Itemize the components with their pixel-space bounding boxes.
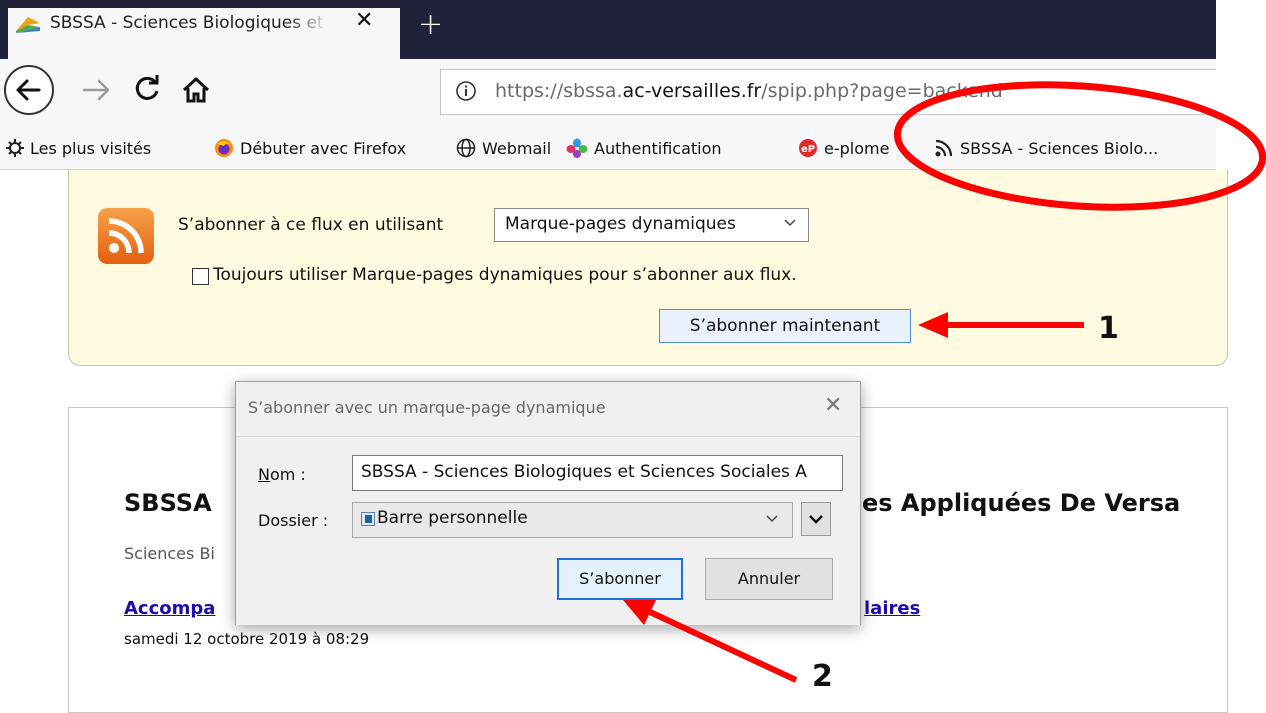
home-icon[interactable] [181,75,211,105]
always-use-label: Toujours utiliser Marque-pages dynamique… [213,265,797,285]
expand-chevron-icon [809,515,823,524]
chevron-down-icon [784,219,796,227]
pinwheel-icon [566,138,588,158]
forward-arrow-icon[interactable] [80,77,114,103]
chevron-down-icon [766,515,778,523]
folder-select-value: Barre personnelle [377,508,528,528]
dialog-title: S’abonner avec un marque-page dynamique [248,398,606,417]
name-field-label: Nom : [258,465,306,484]
subscribe-button[interactable]: S’abonner [557,558,683,600]
bookmark-label: Webmail [482,138,552,158]
always-use-checkbox[interactable] [192,268,209,285]
cancel-button[interactable]: Annuler [705,558,833,600]
bookmark-authentification[interactable]: Authentification [566,135,722,161]
info-icon[interactable] [455,80,477,102]
rss-waves-icon [108,218,144,254]
back-arrow-icon [16,79,41,101]
bookmark-label: Les plus visités [30,138,152,158]
svg-text:eP: eP [801,144,815,155]
bookmark-les-plus-visites[interactable]: Les plus visités [6,135,151,161]
article-link[interactable]: Accompa [124,598,215,619]
feed-subtitle: Sciences Bi [124,544,215,563]
rss-feed-icon [98,208,154,264]
url-text[interactable]: https://sbssa.ac-versailles.fr/spip.php?… [495,80,1003,102]
bookmark-debuter-avec-firefox[interactable]: Débuter avec Firefox [214,135,406,161]
tab-title: SBSSA - Sciences Biologiques et Sciences… [50,13,330,33]
feed-title-continued: es Appliquées De Versa [862,489,1181,517]
bookmarks-toolbar-folder-icon [361,512,375,526]
article-link-continued[interactable]: laires [864,598,920,619]
dialog-close-icon[interactable]: ✕ [824,393,842,418]
rss-icon [935,139,953,157]
name-input[interactable]: SBSSA - Sciences Biologiques et Sciences… [352,455,843,491]
bookmark-label: Authentification [594,138,722,158]
step-number-2: 2 [812,659,833,694]
firefox-icon [215,139,233,157]
site-favicon-icon [16,17,40,33]
subscribe-now-button[interactable]: S’abonner maintenant [659,309,911,343]
tab-close-icon[interactable]: ✕ [355,8,373,33]
feed-title: SBSSA [124,489,212,517]
bookmark-label: SBSSA - Sciences Biolo... [960,138,1159,158]
bookmark-e-plome[interactable]: eP e-plome [798,135,889,161]
gear-icon [6,139,24,157]
subscribe-using-label: S’abonner à ce flux en utilisant [178,215,444,235]
folder-field-label: Dossier : [258,511,329,530]
bookmark-label: Débuter avec Firefox [240,138,407,158]
back-button[interactable] [4,65,54,115]
new-tab-button[interactable]: + [418,10,443,40]
folder-expand-button[interactable] [801,502,831,536]
step-number-1: 1 [1098,311,1119,346]
feed-reader-select[interactable]: Marque-pages dynamiques [494,208,809,242]
bookmark-sbssa-live[interactable]: SBSSA - Sciences Biolo... [934,135,1158,161]
reload-icon[interactable] [132,74,162,104]
bookmark-webmail[interactable]: Webmail [456,135,551,161]
globe-icon [456,138,476,158]
bookmark-label: e-plome [824,138,890,158]
article-date: samedi 12 octobre 2019 à 08:29 [124,630,370,648]
eplome-icon: eP [799,139,817,157]
